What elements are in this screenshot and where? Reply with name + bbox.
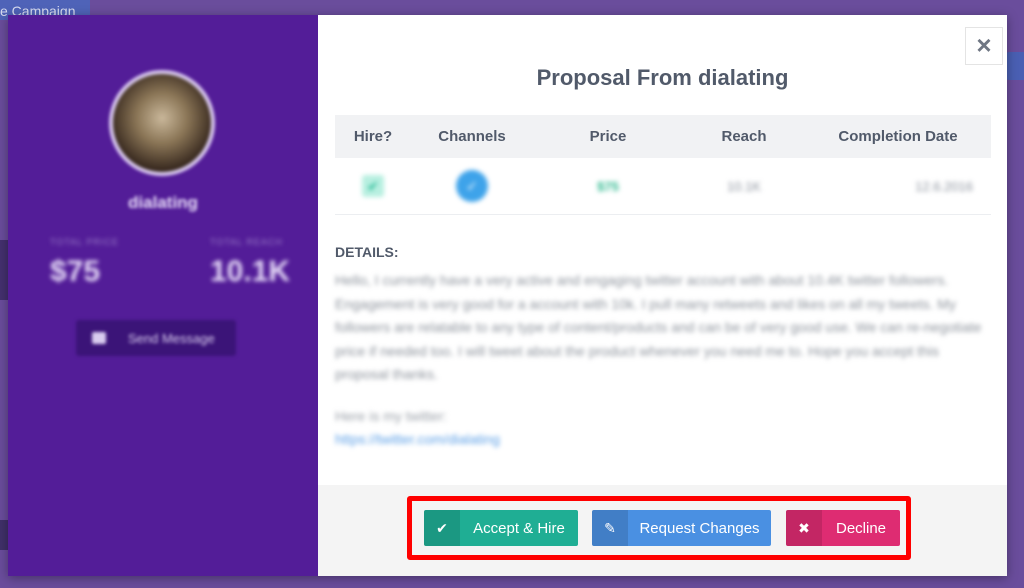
table-row: ✔ ✓ $75 10.1K 12.6.2016 — [335, 158, 991, 215]
column-header-reach: Reach — [683, 115, 805, 158]
completion-date-value: 12.6.2016 — [915, 178, 973, 194]
stat-value: 10.1K — [210, 255, 291, 288]
accept-hire-label: Accept & Hire — [473, 519, 565, 537]
proposal-content: × Proposal From dialating Hire? Channels… — [318, 15, 1007, 576]
decline-label: Decline — [835, 519, 887, 537]
price-cell: $75 — [533, 158, 683, 215]
stat-value: $75 — [50, 255, 101, 288]
check-icon: ✔ — [362, 175, 384, 197]
channels-cell: ✓ — [411, 158, 533, 215]
modal-footer: ✔ Accept & Hire ✎ Request Changes ✖ Decl… — [318, 485, 1007, 576]
modal-title: Proposal From dialating — [536, 65, 789, 90]
check-icon: ✔ — [424, 510, 460, 546]
twitter-icon: ✓ — [456, 170, 488, 202]
price-value: $75 — [597, 178, 619, 194]
twitter-intro: Here is my twitter: — [335, 408, 448, 424]
reach-value: 10.1K — [727, 178, 761, 194]
details-heading: DETAILS: — [335, 244, 399, 260]
close-icon: × — [976, 30, 992, 60]
details-text: Hello, I currently have a very active an… — [335, 272, 982, 382]
send-message-button[interactable]: Send Message — [76, 320, 236, 356]
avatar — [109, 70, 215, 176]
influencer-username: dialating — [128, 193, 198, 212]
decline-button[interactable]: ✖ Decline — [786, 510, 900, 546]
column-header-completion-date: Completion Date — [805, 115, 991, 158]
background-strip — [0, 240, 8, 300]
column-header-channels: Channels — [411, 115, 533, 158]
edit-icon: ✎ — [592, 510, 628, 546]
background-button — [1006, 52, 1024, 80]
proposal-table: Hire? Channels Price Reach Completion Da… — [335, 115, 991, 215]
request-changes-label: Request Changes — [639, 519, 760, 537]
table-header-row: Hire? Channels Price Reach Completion Da… — [335, 115, 991, 158]
hire-cell: ✔ — [335, 158, 411, 215]
total-reach-stat: TOTAL REACH 10.1K — [210, 237, 290, 289]
completion-date-cell: 12.6.2016 — [805, 158, 991, 215]
column-header-price: Price — [533, 115, 683, 158]
request-changes-button[interactable]: ✎ Request Changes — [592, 510, 771, 546]
proposal-modal: dialating TOTAL PRICE $75 TOTAL REACH 10… — [8, 15, 1007, 576]
total-price-stat: TOTAL PRICE $75 — [50, 237, 119, 289]
twitter-link[interactable]: https://twitter.com/dialating — [335, 431, 500, 447]
send-message-label: Send Message — [128, 330, 215, 346]
influencer-profile-panel: dialating TOTAL PRICE $75 TOTAL REACH 10… — [8, 15, 318, 576]
accept-hire-button[interactable]: ✔ Accept & Hire — [424, 510, 578, 546]
stat-label: TOTAL PRICE — [50, 237, 119, 247]
stat-label: TOTAL REACH — [210, 237, 283, 247]
close-button[interactable]: × — [965, 27, 1003, 65]
reach-cell: 10.1K — [683, 158, 805, 215]
column-header-hire: Hire? — [335, 115, 411, 158]
background-strip — [0, 520, 8, 550]
close-icon: ✖ — [786, 510, 822, 546]
message-icon — [92, 332, 106, 344]
